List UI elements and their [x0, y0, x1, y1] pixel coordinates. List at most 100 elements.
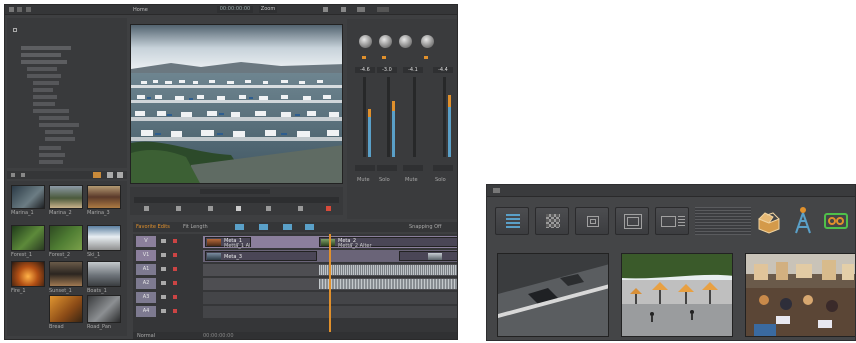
- bin-root-icon[interactable]: [13, 28, 17, 32]
- tree-item[interactable]: [27, 67, 57, 71]
- playhead[interactable]: [329, 234, 331, 332]
- tree-item[interactable]: [39, 160, 63, 164]
- mute-icon[interactable]: [173, 281, 177, 285]
- sequence-name[interactable]: Favorite Edits: [136, 224, 176, 230]
- small-frame-button[interactable]: [575, 207, 609, 235]
- lock-icon[interactable]: [161, 253, 166, 257]
- snapping-button[interactable]: Snapping Off: [409, 224, 455, 230]
- thumb-8[interactable]: [87, 261, 121, 287]
- tool-icon[interactable]: [305, 224, 314, 230]
- thumb-4[interactable]: [49, 225, 83, 251]
- user-icon[interactable]: [107, 172, 113, 178]
- search-icon[interactable]: [11, 173, 15, 177]
- list-icon[interactable]: [26, 7, 31, 12]
- jog-bar[interactable]: [200, 189, 270, 194]
- tree-item[interactable]: [39, 146, 61, 150]
- thumb-10[interactable]: [87, 295, 121, 323]
- audio-clip-waveform[interactable]: [319, 279, 457, 289]
- lock-icon[interactable]: [161, 309, 166, 313]
- video-clip[interactable]: Meta_1 Metta_1 Alter: [205, 237, 251, 249]
- track-header-a3[interactable]: A3: [136, 292, 156, 303]
- thumb-9[interactable]: [49, 295, 83, 323]
- grid-view-button[interactable]: [535, 207, 569, 235]
- viewer-frame[interactable]: [130, 24, 343, 184]
- thumb-5[interactable]: [87, 225, 121, 251]
- tree-item[interactable]: [21, 53, 61, 57]
- mute-button[interactable]: Mute: [357, 177, 375, 183]
- preview-thumb-cafe[interactable]: [621, 253, 733, 337]
- tree-item[interactable]: [39, 153, 65, 157]
- thumb-2[interactable]: [87, 185, 121, 209]
- thumb-0[interactable]: [11, 185, 45, 209]
- thumb-7[interactable]: [49, 261, 83, 287]
- filter-icon[interactable]: [21, 173, 25, 177]
- track-header-a2[interactable]: A2: [136, 278, 156, 289]
- fader-track[interactable]: [443, 77, 446, 157]
- timeline-mode[interactable]: Normal: [137, 333, 161, 339]
- tree-item[interactable]: [21, 60, 67, 64]
- step-back-icon[interactable]: [176, 206, 181, 211]
- forward-icon[interactable]: [17, 7, 22, 12]
- back-icon[interactable]: [9, 7, 14, 12]
- video-clip[interactable]: [399, 251, 457, 261]
- preview-thumb-road[interactable]: [497, 253, 609, 337]
- mute-icon[interactable]: [173, 267, 177, 271]
- rewind-icon[interactable]: [144, 206, 149, 211]
- tree-item[interactable]: [27, 74, 61, 78]
- settings-icon[interactable]: [323, 7, 328, 12]
- solo-button[interactable]: Solo: [435, 177, 453, 183]
- thumb-1[interactable]: [49, 185, 83, 209]
- mixer-menu[interactable]: [377, 7, 389, 12]
- zoom-select[interactable]: Zoom: [259, 6, 277, 13]
- audio-icon[interactable]: [357, 7, 365, 12]
- mute-icon[interactable]: [173, 253, 177, 257]
- fast-forward-icon[interactable]: [298, 206, 303, 211]
- mute-icon[interactable]: [173, 309, 177, 313]
- medium-frame-button[interactable]: [615, 207, 649, 235]
- scrubber[interactable]: [134, 197, 339, 203]
- tree-item[interactable]: [33, 81, 59, 85]
- fader-track[interactable]: [413, 77, 416, 157]
- tree-item[interactable]: [45, 137, 75, 141]
- stop-icon[interactable]: [236, 206, 241, 211]
- track-header-v1[interactable]: V1: [136, 250, 156, 261]
- mute-icon[interactable]: [173, 295, 177, 299]
- fit-length-button[interactable]: Fit Length: [183, 224, 213, 230]
- grid-icon[interactable]: [117, 172, 123, 178]
- tool-icon[interactable]: [259, 224, 268, 230]
- thumb-6[interactable]: [11, 261, 45, 287]
- mute-icon[interactable]: [173, 239, 177, 243]
- video-clip[interactable]: Meta_3: [205, 251, 317, 261]
- antenna-button[interactable]: [791, 205, 815, 235]
- tool-icon[interactable]: [235, 224, 244, 230]
- step-forward-icon[interactable]: [266, 206, 271, 211]
- scale-slider[interactable]: [695, 207, 751, 235]
- list-view-button[interactable]: [495, 207, 529, 235]
- pan-knob[interactable]: [421, 35, 434, 48]
- pan-knob[interactable]: [379, 35, 392, 48]
- fader-track[interactable]: [363, 77, 366, 157]
- tree-item[interactable]: [21, 46, 71, 50]
- tree-item[interactable]: [33, 88, 53, 92]
- preview-thumb-market[interactable]: [745, 253, 855, 337]
- track-header-a1[interactable]: A1: [136, 264, 156, 275]
- tree-item[interactable]: [39, 116, 69, 120]
- filmstrip-button[interactable]: [655, 207, 689, 235]
- tape-button[interactable]: [823, 207, 849, 235]
- filter-icon[interactable]: [493, 188, 500, 193]
- tree-item[interactable]: [39, 123, 79, 127]
- tree-item[interactable]: [45, 130, 73, 134]
- tree-item[interactable]: [33, 95, 57, 99]
- lock-icon[interactable]: [161, 267, 166, 271]
- pan-knob[interactable]: [359, 35, 372, 48]
- tool-icon[interactable]: [283, 224, 292, 230]
- close-icon[interactable]: [341, 7, 346, 12]
- video-clip[interactable]: Meta_2 Metta_2 Alter: [319, 237, 457, 249]
- lock-icon[interactable]: [161, 295, 166, 299]
- track-header-v[interactable]: V: [136, 236, 156, 247]
- track-header-a4[interactable]: A4: [136, 306, 156, 317]
- open-box-button[interactable]: [755, 207, 783, 235]
- tree-item[interactable]: [33, 102, 55, 106]
- record-icon[interactable]: [326, 206, 331, 211]
- audio-clip-waveform[interactable]: [319, 265, 457, 275]
